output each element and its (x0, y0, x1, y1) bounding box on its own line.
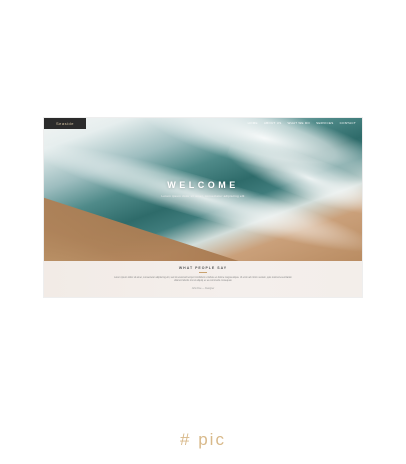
nav-item-home[interactable]: HOME (248, 121, 258, 125)
testimonials-title: WHAT PEOPLE SAY (178, 266, 228, 270)
website-screenshot: Seaside HOME ABOUT US WHAT WE DO SERVICE… (44, 118, 362, 297)
hero-section: Seaside HOME ABOUT US WHAT WE DO SERVICE… (44, 118, 362, 261)
site-logo[interactable]: Seaside (44, 118, 86, 129)
nav-item-contact[interactable]: CONTACT (340, 121, 356, 125)
testimonial-author: John Doe — Designer (191, 288, 215, 290)
nav-item-what-we-do[interactable]: WHAT WE DO (288, 121, 311, 125)
nav-item-about[interactable]: ABOUT US (264, 121, 282, 125)
caption-label: # pic (180, 430, 226, 449)
title-divider (199, 272, 207, 273)
testimonial-text: Lorem ipsum dolor sit amet, consectetur … (114, 277, 292, 283)
main-nav: HOME ABOUT US WHAT WE DO SERVICES CONTAC… (248, 121, 356, 125)
hero-subtitle: Lorem ipsum dolor sit amet, consectetur … (161, 194, 245, 198)
hero-title: WELCOME (167, 180, 239, 190)
testimonials-section: WHAT PEOPLE SAY Lorem ipsum dolor sit am… (44, 261, 362, 297)
nav-item-services[interactable]: SERVICES (316, 121, 334, 125)
